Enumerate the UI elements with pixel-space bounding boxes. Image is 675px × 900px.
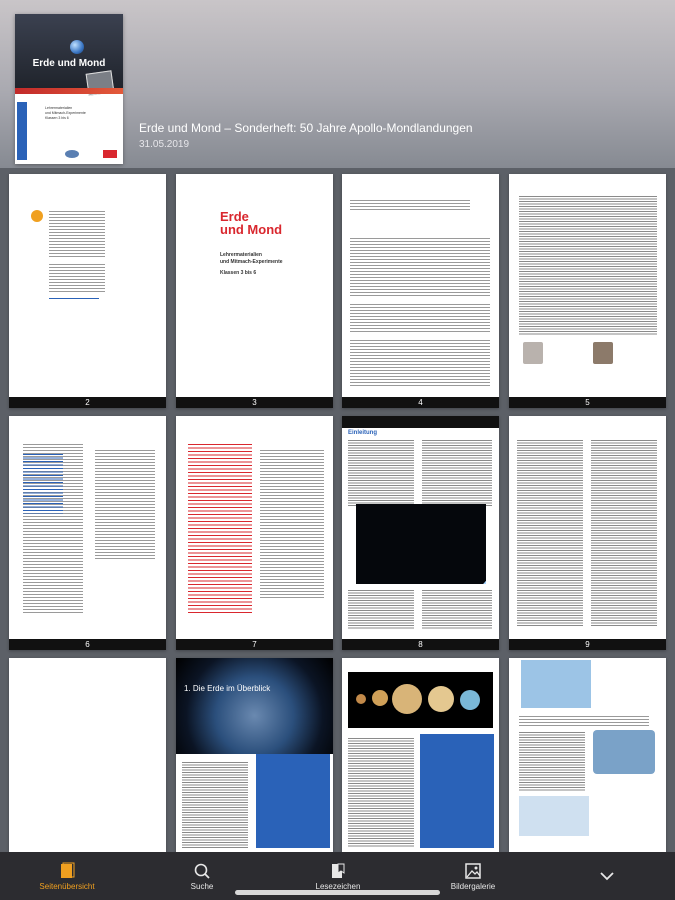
gallery-icon xyxy=(464,862,482,880)
page-number: 5 xyxy=(509,397,666,408)
issue-header: Erde und Mond Lehrermaterialien und Mitm… xyxy=(0,0,675,168)
pages-icon xyxy=(58,862,76,880)
earth-icon xyxy=(70,40,84,54)
page-thumbnail-7[interactable]: 7 xyxy=(176,416,333,650)
tab-page-overview[interactable]: Seitenübersicht xyxy=(22,852,112,900)
page-thumbnail-5[interactable]: 5 xyxy=(509,174,666,408)
page-thumbnail-grid: 2 Erde und Mond Lehrermaterialien und Mi… xyxy=(0,168,675,852)
page-number: 8 xyxy=(342,639,499,650)
chevron-down-icon xyxy=(598,867,616,885)
cover-band xyxy=(15,88,123,94)
page-thumbnail-9[interactable]: 9 xyxy=(509,416,666,650)
cover-subtitle: Lehrermaterialien und Mitmach-Experiment… xyxy=(45,106,86,120)
tab-search[interactable]: Suche xyxy=(157,852,247,900)
page-thumbnail-13[interactable] xyxy=(509,658,666,852)
earth-horizon-photo xyxy=(356,504,486,584)
home-indicator[interactable] xyxy=(235,890,440,895)
bookmark-icon xyxy=(329,862,347,880)
page-thumbnail-10[interactable] xyxy=(9,658,166,852)
info-box xyxy=(420,734,494,848)
page-thumbnail-8[interactable]: Einleitung 8 xyxy=(342,416,499,650)
page-number: 6 xyxy=(9,639,166,650)
globe-photo xyxy=(593,730,655,774)
earth-photo xyxy=(176,658,333,754)
page-thumbnail-2[interactable]: 2 xyxy=(9,174,166,408)
page-number: 3 xyxy=(176,397,333,408)
page-thumbnail-4[interactable]: 4 xyxy=(342,174,499,408)
cover-title: Erde und Mond xyxy=(32,58,106,69)
logo-icon xyxy=(31,210,43,222)
cover-logos xyxy=(45,150,119,158)
info-box xyxy=(256,754,330,848)
page-thumbnail-3[interactable]: Erde und Mond Lehrermaterialien und Mitm… xyxy=(176,174,333,408)
page-number: 4 xyxy=(342,397,499,408)
issue-date: 31.05.2019 xyxy=(139,139,190,150)
issue-title: Erde und Mond – Sonderheft: 50 Jahre Apo… xyxy=(139,121,473,135)
portrait-photo xyxy=(593,342,613,364)
tab-gallery[interactable]: Bildergalerie xyxy=(428,852,518,900)
page-thumbnail-11[interactable]: 1. Die Erde im Überblick xyxy=(176,658,333,852)
page-number: 9 xyxy=(509,639,666,650)
search-icon xyxy=(193,862,211,880)
collapse-button[interactable] xyxy=(562,852,652,900)
page-number: 7 xyxy=(176,639,333,650)
page-number: 2 xyxy=(9,397,166,408)
portrait-photo xyxy=(523,342,543,364)
planets-image xyxy=(348,672,493,728)
page-thumbnail-6[interactable]: 6 xyxy=(9,416,166,650)
cover-side-strip xyxy=(17,102,27,160)
page-thumbnail-12[interactable] xyxy=(342,658,499,852)
info-box xyxy=(521,660,591,708)
issue-cover[interactable]: Erde und Mond Lehrermaterialien und Mitm… xyxy=(15,14,123,164)
